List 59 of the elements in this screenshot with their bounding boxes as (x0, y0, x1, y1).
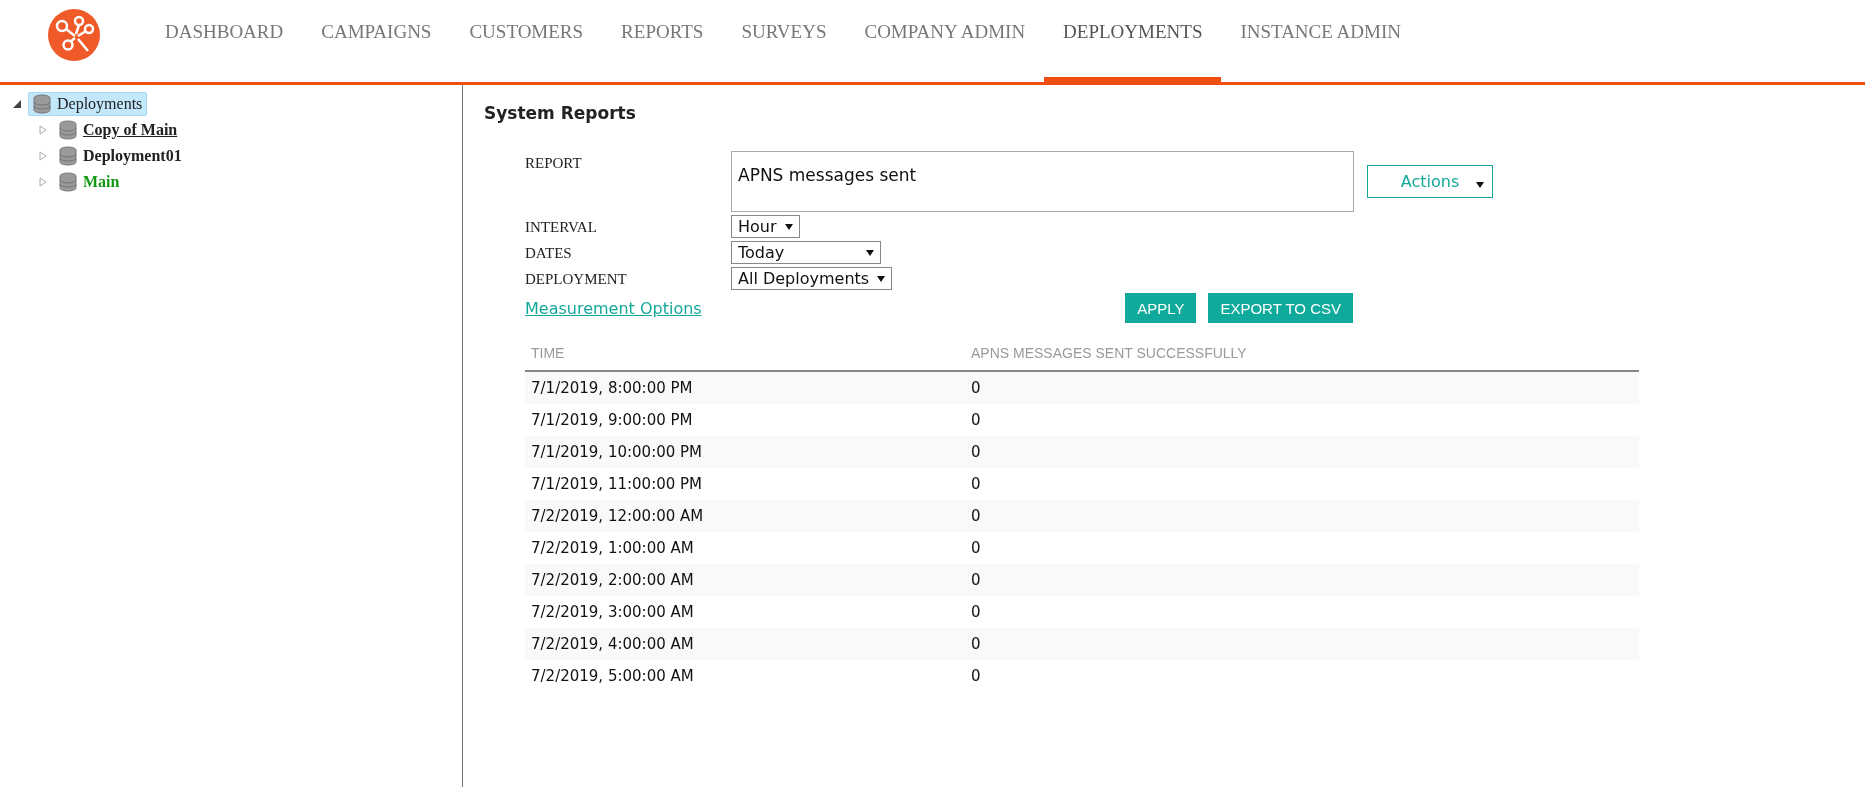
tree-label: Deployments (57, 95, 143, 113)
table-cell: 7/1/2019, 9:00:00 PM (525, 404, 965, 436)
table-cell: 0 (965, 468, 1639, 500)
select-dropdown[interactable]: Hour (731, 215, 800, 238)
table-cell: 7/2/2019, 12:00:00 AM (525, 500, 965, 532)
page-title: System Reports (484, 103, 637, 123)
nav-tab[interactable]: INSTANCE ADMIN (1221, 0, 1420, 85)
caret-icon (1476, 182, 1484, 188)
tree-item[interactable]: Deployment01 (83, 147, 182, 165)
select-dropdown[interactable]: All Deployments (731, 267, 893, 290)
nav-tab[interactable]: SURVEYS (722, 0, 846, 85)
table-cell: 0 (965, 371, 1639, 404)
table-cell: 0 (965, 660, 1639, 692)
table-cell: 7/2/2019, 5:00:00 AM (525, 660, 965, 692)
collapsed-triangle-icon[interactable] (38, 151, 48, 161)
tree-item[interactable]: Main (83, 173, 120, 191)
table-cell: 7/2/2019, 1:00:00 AM (525, 532, 965, 564)
field-label: INTERVAL (525, 218, 598, 236)
database-icon (59, 120, 77, 140)
nav-tab[interactable]: COMPANY ADMIN (845, 0, 1045, 85)
tree-node[interactable]: Deployments (28, 92, 148, 116)
field-label: REPORT (525, 154, 583, 172)
caret-icon (866, 249, 874, 256)
table-cell: 0 (965, 436, 1639, 468)
table-cell: 0 (965, 404, 1639, 436)
table-cell: 7/1/2019, 8:00:00 PM (525, 371, 965, 404)
actions-button[interactable]: Actions (1367, 165, 1493, 198)
nav-tab[interactable]: CAMPAIGNS (302, 0, 451, 85)
select-dropdown[interactable]: Today (731, 241, 881, 264)
field-label: DATES (525, 244, 573, 262)
database-stack-icon (33, 94, 51, 114)
table-cell: 0 (965, 596, 1639, 628)
field-label: DEPLOYMENT (525, 270, 628, 288)
apply-button[interactable]: APPLY (1125, 293, 1197, 323)
expanded-triangle-icon[interactable] (12, 99, 22, 109)
measurement-options-link[interactable]: Measurement Options (525, 298, 702, 318)
logo-icon[interactable] (48, 9, 100, 61)
collapsed-triangle-icon[interactable] (38, 125, 48, 135)
table-cell: 0 (965, 628, 1639, 660)
database-icon (59, 172, 77, 192)
table-cell: 0 (965, 564, 1639, 596)
nav-tab[interactable]: REPORTS (602, 0, 723, 85)
database-icon (59, 146, 77, 166)
table-cell: 7/2/2019, 3:00:00 AM (525, 596, 965, 628)
collapsed-triangle-icon[interactable] (38, 177, 48, 187)
report-field[interactable]: APNS messages sent (731, 151, 1354, 212)
table-cell: 7/2/2019, 2:00:00 AM (525, 564, 965, 596)
table-cell: 7/1/2019, 10:00:00 PM (525, 436, 965, 468)
table-cell: 7/2/2019, 4:00:00 AM (525, 628, 965, 660)
tree-item[interactable]: Copy of Main (83, 121, 178, 139)
caret-icon (877, 275, 886, 282)
table-cell: 0 (965, 532, 1639, 564)
caret-icon (784, 223, 793, 230)
nav-tab[interactable]: DASHBOARD (146, 0, 303, 85)
export-button[interactable]: EXPORT TO CSV (1208, 293, 1353, 323)
table-cell: 0 (965, 500, 1639, 532)
table-cell: 7/1/2019, 11:00:00 PM (525, 468, 965, 500)
nav-tab[interactable]: CUSTOMERS (450, 0, 603, 85)
nav-tab[interactable]: DEPLOYMENTS (1044, 0, 1222, 85)
